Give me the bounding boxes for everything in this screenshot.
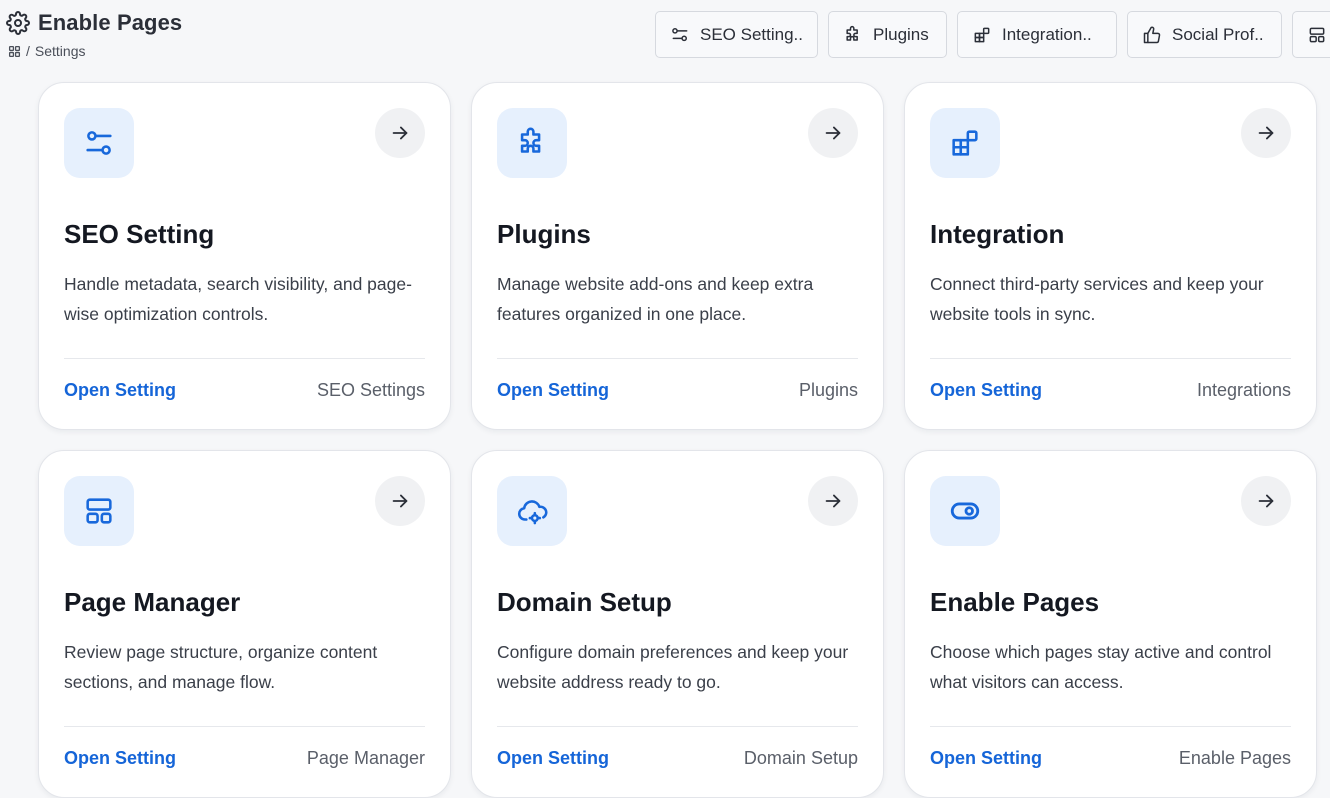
card-description: Choose which pages stay active and contr… [930, 642, 1272, 692]
puzzle-icon [520, 127, 541, 153]
card-seo-setting[interactable]: SEO Setting Handle metadata, search visi… [38, 82, 451, 430]
open-arrow-button[interactable] [808, 108, 858, 158]
card-category: SEO Settings [316, 380, 425, 400]
page-header: Enable Pages / Settings SEO Setting.. Pl… [0, 0, 1330, 70]
card-divider [64, 726, 425, 727]
card-divider [64, 358, 425, 359]
card-category: Integrations [1196, 380, 1291, 400]
card-divider [930, 358, 1291, 359]
toolbar-seo-setting-button[interactable]: SEO Setting.. [655, 11, 818, 58]
toolbar-label: Plugins [873, 24, 929, 44]
card-description: Handle metadata, search visibility, and … [64, 274, 412, 324]
breadcrumb-separator: / [26, 43, 30, 59]
breadcrumb: / Settings [8, 43, 85, 59]
toolbar-label: Integration.. [1002, 24, 1092, 44]
toolbar-label: Social Prof.. [1172, 24, 1264, 44]
card-description: Connect third-party services and keep yo… [930, 274, 1264, 324]
card-integration[interactable]: Integration Connect third-party services… [904, 82, 1317, 430]
card-title: SEO Setting [64, 219, 215, 249]
card-title: Page Manager [64, 587, 241, 617]
blocks-icon [974, 27, 990, 42]
card-description: Manage website add-ons and keep extra fe… [497, 274, 814, 324]
title-row: Enable Pages [6, 10, 182, 36]
card-divider [497, 358, 858, 359]
card-title: Plugins [497, 219, 591, 249]
toolbar-plugins-button[interactable]: Plugins [828, 11, 947, 58]
card-category: Enable Pages [1178, 748, 1291, 768]
arrow-right-icon [1258, 126, 1274, 140]
layout-icon [86, 498, 112, 524]
open-arrow-button[interactable] [808, 476, 858, 526]
card-description: Configure domain preferences and keep yo… [497, 642, 849, 692]
toolbar-page-manager-button[interactable] [1292, 11, 1330, 58]
card-divider [930, 726, 1291, 727]
card-icon-box [64, 476, 134, 546]
card-icon-box [64, 108, 134, 178]
card-divider [497, 726, 858, 727]
toolbar-label: SEO Setting.. [700, 24, 803, 44]
toolbar: SEO Setting.. Plugins Integration.. Soci… [655, 11, 1330, 58]
open-arrow-button[interactable] [375, 476, 425, 526]
card-category: Plugins [798, 380, 858, 400]
open-arrow-button[interactable] [375, 108, 425, 158]
card-icon-box [930, 476, 1000, 546]
arrow-right-icon [825, 126, 841, 140]
card-category: Domain Setup [743, 748, 858, 768]
card-title: Enable Pages [930, 587, 1100, 617]
card-icon-box [497, 108, 567, 178]
open-setting-link[interactable]: Open Setting [64, 380, 176, 401]
page-title: Enable Pages [38, 10, 183, 35]
toggle-icon [950, 502, 980, 520]
card-title: Integration [930, 219, 1065, 249]
arrow-right-icon [392, 494, 408, 508]
card-plugins[interactable]: Plugins Manage website add-ons and keep … [471, 82, 884, 430]
card-page-manager[interactable]: Page Manager Review page structure, orga… [38, 450, 451, 798]
puzzle-icon [846, 25, 858, 41]
card-domain-setup[interactable]: Domain Setup Configure domain preference… [471, 450, 884, 798]
sliders-icon [86, 131, 112, 155]
cloud-cog-icon [517, 500, 548, 525]
open-arrow-button[interactable] [1241, 108, 1291, 158]
layout-icon [1309, 27, 1325, 42]
card-enable-pages[interactable]: Enable Pages Choose which pages stay act… [904, 450, 1317, 798]
card-title: Domain Setup [497, 587, 672, 617]
card-icon-box [497, 476, 567, 546]
card-icon-box [930, 108, 1000, 178]
thumbs-up-icon [1143, 26, 1161, 43]
blocks-icon [952, 130, 978, 156]
open-setting-link[interactable]: Open Setting [497, 748, 609, 769]
open-setting-link[interactable]: Open Setting [497, 380, 609, 401]
breadcrumb-current: Settings [34, 43, 86, 59]
sliders-icon [672, 27, 688, 41]
arrow-right-icon [825, 494, 841, 508]
toolbar-social-profile-button[interactable]: Social Prof.. [1127, 11, 1282, 58]
open-setting-link[interactable]: Open Setting [930, 380, 1042, 401]
card-category: Page Manager [306, 748, 425, 768]
card-description: Review page structure, organize content … [64, 642, 378, 692]
open-setting-link[interactable]: Open Setting [930, 748, 1042, 769]
open-arrow-button[interactable] [1241, 476, 1291, 526]
open-setting-link[interactable]: Open Setting [64, 748, 176, 769]
toolbar-integration-button[interactable]: Integration.. [957, 11, 1117, 58]
grid-icon[interactable] [8, 45, 21, 58]
arrow-right-icon [1258, 494, 1274, 508]
arrow-right-icon [392, 126, 408, 140]
gear-icon [6, 11, 30, 35]
